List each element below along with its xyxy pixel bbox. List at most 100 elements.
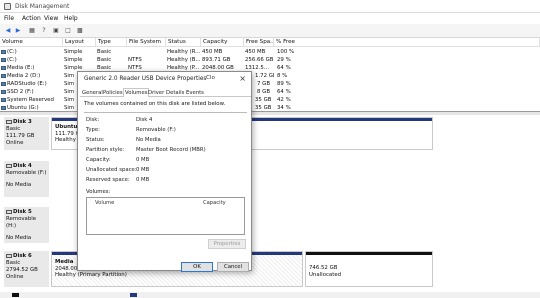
disk-state: Online [6, 140, 24, 146]
disk-management-icon [4, 3, 11, 10]
table-row[interactable]: (C:) Simple Basic NTFS Healthy (B... 893… [0, 56, 540, 64]
tab-policies[interactable]: Policies [102, 89, 124, 97]
disk-type: Removable (F:) [6, 170, 47, 176]
type-cell: Basic [97, 57, 112, 63]
toolbar: ◀ ▶ ▦ ? ▣ □ ▩ [0, 24, 540, 38]
free-space-cell: 8 GB [257, 89, 271, 95]
properties-button[interactable]: Properties [208, 239, 246, 249]
prop-value-status: No Media [136, 137, 161, 143]
col-header-filesystem[interactable]: File System [127, 38, 166, 47]
prop-label-reserved: Reserved space: [86, 177, 130, 183]
disk-size: 2794.52 GB [6, 267, 38, 273]
tab-driver[interactable]: Driver [147, 89, 165, 97]
col-header-type[interactable]: Type [96, 38, 127, 47]
volume-icon [1, 73, 6, 78]
volume-cell: Media 2 (D:) [0, 72, 63, 80]
volume-icon [1, 49, 6, 54]
close-icon[interactable]: × [239, 74, 246, 83]
col-header-status[interactable]: Status [166, 38, 201, 47]
percent-free-cell: 100 % [277, 49, 295, 55]
capacity-cell: 893.71 GB [202, 57, 231, 63]
col-header-free-space[interactable]: Free Spa... [244, 38, 274, 47]
volume-icon [1, 105, 6, 110]
help-icon[interactable]: ? [40, 27, 48, 35]
free-space-cell: 1.72 GB [255, 73, 274, 79]
disk-state: Online [6, 274, 24, 280]
disk-icon [6, 119, 12, 124]
unallocated-space[interactable]: 746.52 GB Unallocated [305, 251, 433, 287]
layout-cell: Sim [64, 73, 75, 79]
prop-value-partition-style: Master Boot Record (MBR) [136, 147, 206, 153]
volume-cell: (C:) [0, 56, 63, 64]
disk-label[interactable]: Disk 5 Removable (H:) No Media [4, 207, 49, 243]
menu-bar: File Action View Help [0, 13, 540, 24]
status-cell: Healthy (R... [167, 49, 201, 55]
tab-events[interactable]: Events [185, 89, 205, 97]
prop-label-disk: Disk: [86, 117, 100, 123]
disk-size: 111.79 GB [6, 133, 35, 139]
window-title: Disk Management [15, 3, 70, 10]
list-view-icon[interactable]: ▦ [28, 27, 36, 35]
prop-label-status: Status: [86, 137, 105, 143]
dialog-title-extra: Clo [206, 75, 215, 81]
volume-cell: (C:) [0, 48, 63, 56]
percent-free-cell: 34 % [277, 105, 291, 111]
dialog-title: Generic 2.0 Reader USB Device Properties [84, 76, 207, 82]
capacity-cell: 450 MB [202, 49, 223, 55]
ok-button[interactable]: OK [181, 262, 213, 272]
volume-cell: System Reserved [0, 96, 63, 104]
col-header-layout[interactable]: Layout [63, 38, 96, 47]
help-book-icon[interactable]: □ [64, 27, 72, 35]
volumes-col-capacity[interactable]: Capacity [203, 200, 226, 206]
back-icon[interactable]: ◀ [4, 27, 12, 35]
volumes-label: Volumes: [86, 189, 111, 195]
volumes-tab-panel: The volumes contained on this disk are l… [80, 97, 251, 261]
prop-label-capacity: Capacity: [86, 157, 111, 163]
volume-icon [1, 89, 6, 94]
volumes-col-volume[interactable]: Volume [95, 200, 114, 206]
dialog-tabs: General Policies Volumes Driver Details … [80, 88, 251, 98]
free-space-cell: 450 MB [245, 49, 266, 55]
unallocated-bar [306, 252, 432, 255]
prop-value-disk: Disk 4 [136, 117, 153, 123]
layout-cell: Sim [64, 81, 75, 87]
menu-help[interactable]: Help [64, 15, 78, 22]
volumes-list[interactable]: Volume Capacity [86, 197, 245, 235]
disk-label[interactable]: Disk 3 Basic 111.79 GB Online [4, 117, 49, 150]
tab-details[interactable]: Details [165, 89, 185, 97]
disk-label[interactable]: Disk 4 Removable (F:) No Media [4, 161, 49, 197]
prop-label-partition-style: Partition style: [86, 147, 125, 153]
percent-free-cell: 8 % [277, 73, 288, 79]
disk-icon [6, 253, 12, 258]
unallocated-legend-swatch [12, 293, 19, 297]
disk-management-window: { "window": {"title": "Disk Management"}… [0, 0, 540, 298]
col-header-percent-free[interactable]: % Free [274, 38, 540, 47]
percent-free-cell: 89 % [277, 81, 291, 87]
percent-free-cell: 29 % [277, 57, 291, 63]
menu-action[interactable]: Action [22, 15, 41, 22]
table-row[interactable]: (C:) Simple Basic Healthy (R... 450 MB 4… [0, 48, 540, 56]
free-space-cell: 35 GB [255, 97, 272, 103]
prop-value-capacity: 0 MB [136, 157, 150, 163]
disk-state: No Media [6, 182, 32, 188]
col-header-capacity[interactable]: Capacity [201, 38, 244, 47]
unallocated-label: Unallocated [309, 271, 342, 278]
disk-name: Disk 5 [13, 209, 32, 215]
disk-icon [6, 163, 12, 168]
disk-type: Basic [6, 126, 21, 132]
tab-general[interactable]: General [81, 89, 104, 97]
volume-icon [1, 57, 6, 62]
volume-icon [1, 81, 6, 86]
volumes-intro: The volumes contained on this disk are l… [84, 101, 226, 107]
disk-label[interactable]: Disk 6 Basic 2794.52 GB Online [4, 251, 49, 287]
forward-icon[interactable]: ▶ [14, 27, 22, 35]
disk-tool-icon[interactable]: ▩ [76, 27, 84, 35]
free-space-cell: 7 GB [257, 81, 271, 87]
properties-icon[interactable]: ▣ [52, 27, 60, 35]
volume-icon [1, 65, 6, 70]
filesystem-cell: NTFS [128, 57, 142, 63]
col-header-volume[interactable]: Volume [0, 38, 63, 47]
cancel-button[interactable]: Cancel [217, 262, 249, 272]
menu-file[interactable]: File [4, 15, 14, 22]
menu-view[interactable]: View [44, 15, 58, 22]
